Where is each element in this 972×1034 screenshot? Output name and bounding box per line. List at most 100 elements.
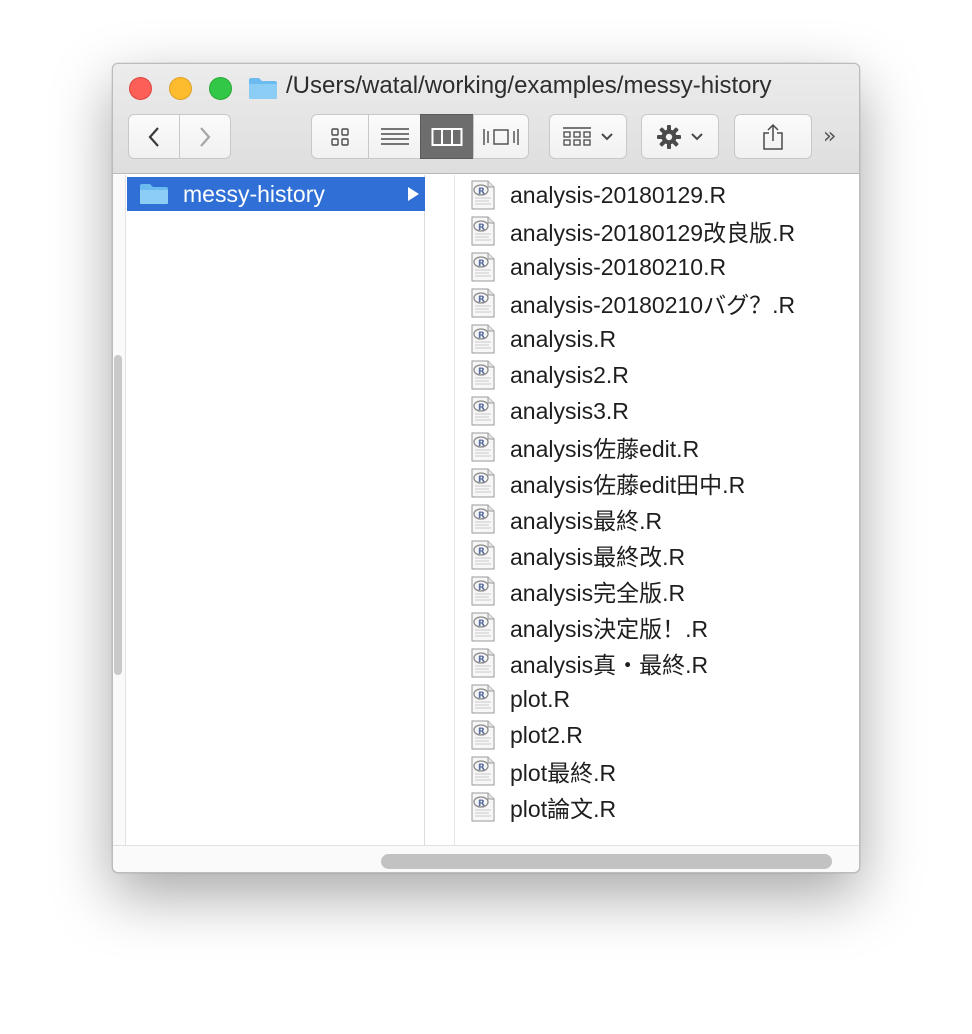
file-name: analysis完全版.R: [510, 580, 686, 606]
svg-text:R: R: [478, 367, 485, 377]
r-script-file-icon: R: [471, 324, 495, 354]
file-name: analysis2.R: [510, 361, 629, 388]
group-by-button[interactable]: [549, 114, 627, 159]
file-row[interactable]: Ranalysis真・最終.R: [455, 645, 855, 681]
file-name: analysis-20180210.R: [510, 253, 727, 280]
file-name: analysis.R: [510, 325, 617, 352]
file-name: analysis佐藤edit.R: [510, 436, 700, 462]
r-script-file-icon: R: [471, 252, 495, 282]
share-button[interactable]: [734, 114, 812, 159]
disclosure-arrow-icon: [408, 187, 419, 201]
list-lines-icon: [380, 127, 409, 145]
r-script-file-icon: R: [471, 720, 495, 750]
svg-text:R: R: [478, 403, 485, 413]
file-name: analysis真・最終.R: [510, 652, 709, 678]
file-row[interactable]: Ranalysis佐藤edit田中.R: [455, 465, 855, 501]
r-script-file-icon: R: [471, 216, 495, 246]
columns-icon: [431, 127, 463, 146]
cover-flow-button[interactable]: [473, 114, 529, 159]
file-name: analysis-20180129改良版.R: [510, 220, 796, 246]
selected-folder-row[interactable]: messy-history: [127, 177, 425, 211]
r-script-file-icon: R: [471, 288, 495, 318]
left-scrollbar[interactable]: [114, 355, 122, 675]
icon-view-button[interactable]: [311, 114, 369, 159]
left-edge-column: [113, 175, 126, 845]
svg-text:R: R: [478, 583, 485, 593]
r-script-file-icon: R: [471, 396, 495, 426]
file-row[interactable]: Ranalysis決定版！.R: [455, 609, 855, 645]
file-name: analysis3.R: [510, 397, 629, 424]
file-row[interactable]: Ranalysis-20180210.R: [455, 249, 855, 285]
r-script-file-icon: R: [471, 648, 495, 678]
svg-text:R: R: [478, 619, 485, 629]
chevron-left-icon: [148, 126, 159, 147]
titlebar: /Users/watal/working/examples/messy-hist…: [113, 64, 859, 174]
gear-icon: [657, 124, 681, 149]
action-button[interactable]: [641, 114, 719, 159]
horizontal-scrollbar[interactable]: [381, 854, 832, 869]
svg-text:R: R: [478, 295, 485, 305]
r-script-file-icon: R: [471, 756, 495, 786]
selected-folder-label: messy-history: [183, 180, 325, 207]
forward-button[interactable]: [179, 114, 231, 159]
file-row[interactable]: Ranalysis.R: [455, 321, 855, 357]
file-row[interactable]: Rplot最終.R: [455, 753, 855, 789]
svg-text:R: R: [478, 331, 485, 341]
svg-text:R: R: [478, 511, 485, 521]
toolbar-overflow-button[interactable]: »: [823, 124, 836, 149]
file-row[interactable]: Ranalysis3.R: [455, 393, 855, 429]
file-row[interactable]: Ranalysis-20180129改良版.R: [455, 213, 855, 249]
column-view-button[interactable]: [420, 114, 474, 159]
icon-grid-icon: [331, 127, 349, 146]
folder-icon: [140, 184, 168, 204]
chevron-down-icon: [601, 132, 613, 140]
file-name: plot論文.R: [510, 796, 617, 822]
file-name: plot2.R: [510, 721, 583, 748]
window-title: /Users/watal/working/examples/messy-hist…: [286, 72, 772, 99]
r-script-file-icon: R: [471, 540, 495, 570]
svg-text:R: R: [478, 655, 485, 665]
r-script-file-icon: R: [471, 504, 495, 534]
minimize-button[interactable]: [169, 77, 192, 100]
file-row[interactable]: Ranalysis佐藤edit.R: [455, 429, 855, 465]
cover-flow-icon: [483, 128, 519, 145]
file-name: analysis佐藤edit田中.R: [510, 472, 746, 498]
file-name: plot最終.R: [510, 760, 617, 786]
r-script-file-icon: R: [471, 684, 495, 714]
r-script-file-icon: R: [471, 612, 495, 642]
file-row[interactable]: Ranalysis2.R: [455, 357, 855, 393]
file-name: analysis最終.R: [510, 508, 663, 534]
folder-icon: [249, 78, 277, 99]
back-button[interactable]: [128, 114, 180, 159]
group-grid-icon: [563, 126, 591, 146]
file-row[interactable]: Ranalysis完全版.R: [455, 573, 855, 609]
file-name: plot.R: [510, 685, 571, 712]
file-name: analysis最終改.R: [510, 544, 686, 570]
svg-text:R: R: [478, 727, 485, 737]
r-script-file-icon: R: [471, 468, 495, 498]
file-row[interactable]: Rplot.R: [455, 681, 855, 717]
file-row[interactable]: Rplot論文.R: [455, 789, 855, 825]
file-name: analysis-20180129.R: [510, 181, 727, 208]
file-row[interactable]: Rplot2.R: [455, 717, 855, 753]
svg-text:R: R: [478, 259, 485, 269]
finder-window: /Users/watal/working/examples/messy-hist…: [112, 63, 860, 873]
zoom-button[interactable]: [209, 77, 232, 100]
r-script-file-icon: R: [471, 180, 495, 210]
file-row[interactable]: Ranalysis最終.R: [455, 501, 855, 537]
list-view-button[interactable]: [368, 114, 421, 159]
chevron-down-icon: [691, 132, 703, 140]
files-column: Ranalysis-20180129.R Ranalysis-20180129改良…: [455, 175, 859, 845]
bottom-scroll-area: [113, 845, 859, 872]
close-button[interactable]: [129, 77, 152, 100]
parent-column: messy-history: [127, 175, 425, 845]
svg-text:R: R: [478, 187, 485, 197]
file-name: analysis決定版！.R: [510, 616, 709, 642]
r-script-file-icon: R: [471, 360, 495, 390]
r-script-file-icon: R: [471, 792, 495, 822]
file-row[interactable]: Ranalysis-20180129.R: [455, 177, 855, 213]
svg-text:R: R: [478, 439, 485, 449]
file-row[interactable]: Ranalysis最終改.R: [455, 537, 855, 573]
column-divider[interactable]: [426, 175, 455, 845]
file-row[interactable]: Ranalysis-20180210バグ？.R: [455, 285, 855, 321]
